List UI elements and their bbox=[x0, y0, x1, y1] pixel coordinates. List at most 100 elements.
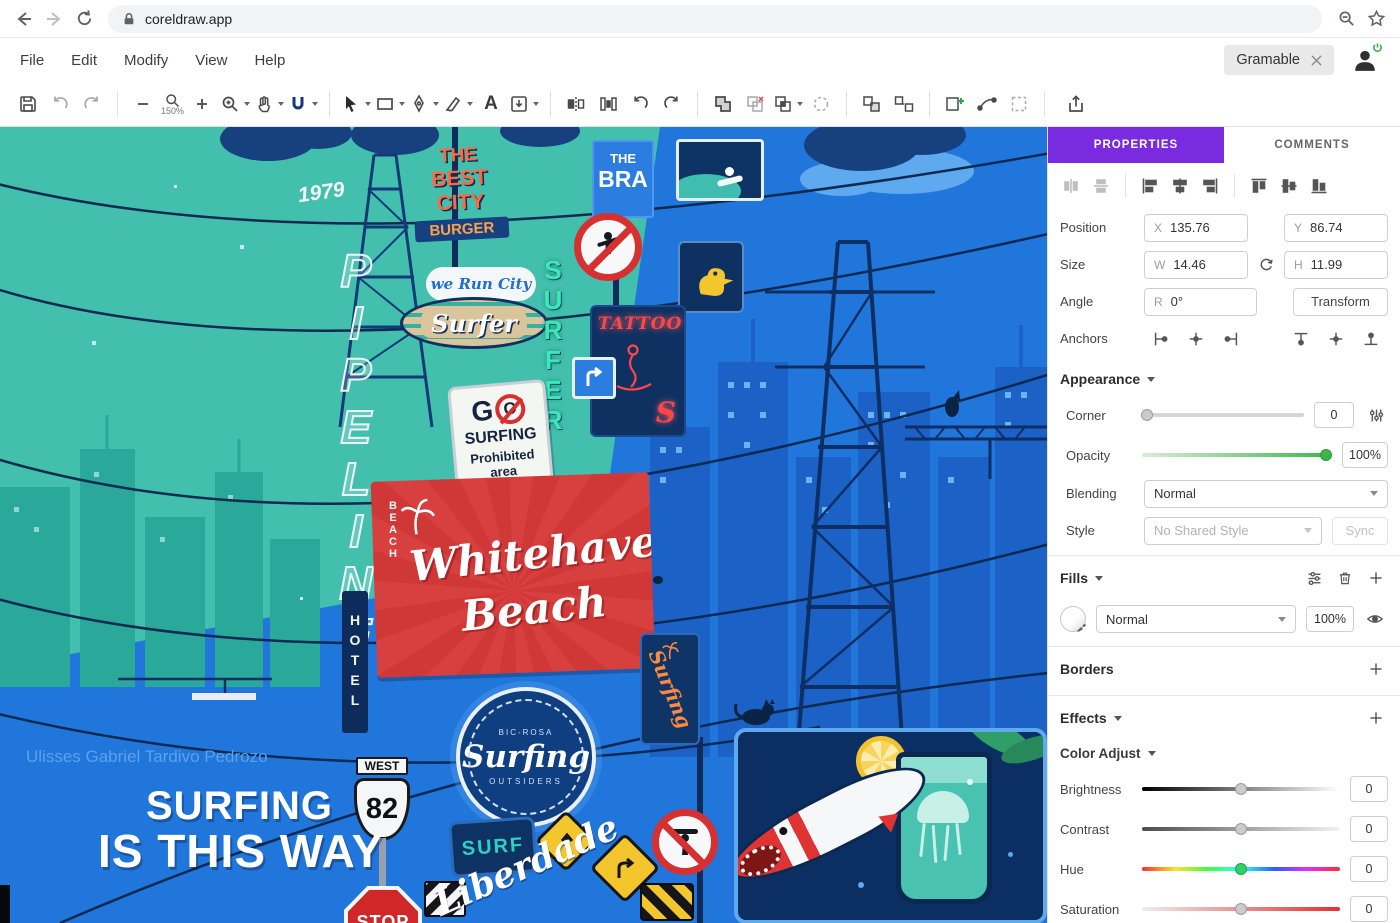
artwork-whitehaven-billboard[interactable]: Whitehaven Beach bbox=[371, 472, 656, 678]
boundary-icon[interactable] bbox=[807, 88, 835, 120]
zoom-tool-icon[interactable] bbox=[220, 88, 250, 120]
distribute-vertical-icon[interactable] bbox=[1086, 171, 1116, 201]
close-icon[interactable] bbox=[1311, 55, 1322, 66]
artwork-run-city-sign[interactable]: we Run City bbox=[426, 267, 536, 301]
add-border-icon[interactable] bbox=[1364, 657, 1388, 681]
artwork-surfing-banner[interactable]: Surfing bbox=[640, 633, 700, 745]
distribute-objects-icon[interactable] bbox=[594, 88, 622, 120]
fill-color-swatch[interactable] bbox=[1060, 606, 1086, 632]
add-symbol-icon[interactable] bbox=[941, 88, 969, 120]
pan-hand-tool-icon[interactable] bbox=[254, 88, 284, 120]
saturation-slider-knob[interactable] bbox=[1235, 903, 1247, 915]
align-bottom-icon[interactable] bbox=[1304, 171, 1334, 201]
align-center-horizontal-icon[interactable] bbox=[1165, 171, 1195, 201]
hue-value-box[interactable]: 0 bbox=[1350, 856, 1388, 882]
user-avatar[interactable] bbox=[1350, 45, 1380, 75]
zoom-tool-caret[interactable] bbox=[244, 102, 250, 106]
intersect-shapes-caret[interactable] bbox=[797, 102, 803, 106]
page-zoom-icon[interactable] bbox=[1332, 5, 1360, 33]
artwork-hotel-sign[interactable]: HOTEL bbox=[342, 591, 368, 733]
pen-tool-icon[interactable] bbox=[409, 88, 439, 120]
intersect-shapes-icon[interactable] bbox=[773, 88, 803, 120]
text-tool-icon[interactable]: A bbox=[477, 88, 505, 120]
align-left-icon[interactable] bbox=[1135, 171, 1165, 201]
saturation-value-box[interactable]: 0 bbox=[1350, 896, 1388, 922]
opacity-slider-knob[interactable] bbox=[1320, 449, 1332, 461]
delete-fill-icon[interactable] bbox=[1333, 566, 1357, 590]
snap-magnet-caret[interactable] bbox=[312, 102, 318, 106]
fills-section-header[interactable]: Fills bbox=[1048, 556, 1400, 598]
menu-modify[interactable]: Modify bbox=[124, 52, 168, 69]
effects-section-header[interactable]: Effects bbox=[1048, 696, 1400, 738]
distribute-horizontal-icon[interactable] bbox=[1056, 171, 1086, 201]
angle-r-field[interactable]: R 0° bbox=[1144, 288, 1257, 316]
rectangle-tool-icon[interactable] bbox=[375, 88, 405, 120]
export-icon[interactable] bbox=[1062, 88, 1090, 120]
lock-aspect-ratio-icon[interactable] bbox=[1254, 253, 1278, 277]
marquee-select-icon[interactable] bbox=[1005, 88, 1033, 120]
flip-horizontal-icon[interactable] bbox=[562, 88, 590, 120]
position-x-field[interactable]: X 135.76 bbox=[1144, 214, 1248, 242]
pan-hand-tool-caret[interactable] bbox=[278, 102, 284, 106]
artwork-caution-cluster[interactable]: SURF Liberdade bbox=[424, 815, 692, 923]
contrast-value-box[interactable]: 0 bbox=[1350, 816, 1388, 842]
snap-magnet-icon[interactable] bbox=[288, 88, 318, 120]
pick-tool-caret[interactable] bbox=[365, 102, 371, 106]
corner-slider[interactable] bbox=[1142, 413, 1304, 417]
artwork-surfing-badge[interactable]: BIC-ROSA Surfing OUTSIDERS bbox=[456, 687, 596, 827]
artwork-pelican-sign[interactable] bbox=[678, 241, 744, 313]
ungroup-objects-icon[interactable] bbox=[890, 88, 918, 120]
corner-slider-knob[interactable] bbox=[1141, 409, 1153, 421]
browser-reload-icon[interactable] bbox=[70, 5, 98, 33]
contrast-slider-knob[interactable] bbox=[1235, 823, 1247, 835]
zoom-level-indicator[interactable]: 150% bbox=[161, 92, 184, 116]
anchor-left-icon[interactable] bbox=[1148, 326, 1174, 352]
tab-properties[interactable]: PROPERTIES bbox=[1048, 127, 1224, 163]
tab-comments[interactable]: COMMENTS bbox=[1224, 127, 1400, 163]
link-nodes-icon[interactable] bbox=[973, 88, 1001, 120]
corner-value-box[interactable]: 0 bbox=[1314, 402, 1354, 428]
corner-options-icon[interactable] bbox=[1364, 403, 1388, 427]
pick-tool-icon[interactable] bbox=[341, 88, 371, 120]
anchor-center-horizontal-icon[interactable] bbox=[1183, 326, 1209, 352]
fill-visibility-eye-icon[interactable] bbox=[1362, 606, 1388, 632]
zoom-decrease-icon[interactable] bbox=[129, 88, 157, 120]
appearance-section-header[interactable]: Appearance bbox=[1048, 357, 1400, 395]
browser-forward-icon[interactable] bbox=[40, 5, 68, 33]
artwork-no-surfing-sign[interactable] bbox=[574, 213, 642, 281]
artwork-burger-sign[interactable]: THE BEST CITY BURGER bbox=[411, 143, 510, 243]
fill-blend-select[interactable]: Normal bbox=[1096, 605, 1296, 633]
artist-credit-text[interactable]: Ulisses Gabriel Tardivo Pedrozo bbox=[26, 747, 268, 767]
size-h-field[interactable]: H 11.99 bbox=[1284, 251, 1388, 279]
hue-slider-knob[interactable] bbox=[1235, 863, 1247, 875]
pen-tool-caret[interactable] bbox=[433, 102, 439, 106]
brightness-slider-knob[interactable] bbox=[1235, 783, 1247, 795]
redo-icon[interactable] bbox=[78, 88, 106, 120]
rotate-ccw-icon[interactable] bbox=[626, 88, 654, 120]
artwork-bra-sign[interactable]: THE BRA bbox=[592, 140, 654, 218]
artwork-arrow-sign[interactable] bbox=[572, 357, 616, 399]
blending-select[interactable]: Normal bbox=[1144, 480, 1388, 508]
anchor-right-icon[interactable] bbox=[1218, 326, 1244, 352]
anchor-top-icon[interactable] bbox=[1288, 326, 1314, 352]
trim-shapes-icon[interactable] bbox=[741, 88, 769, 120]
artwork-beach-vertical-text[interactable]: BEACH bbox=[386, 500, 399, 570]
artwork-board-scene[interactable] bbox=[734, 728, 1047, 923]
rotate-cw-icon[interactable] bbox=[658, 88, 686, 120]
drawing-canvas[interactable]: 1979 PIPELINE THE BEST CITY BURGER THE B… bbox=[0, 127, 1047, 923]
fill-opacity-box[interactable]: 100% bbox=[1306, 606, 1354, 632]
style-select[interactable]: No Shared Style bbox=[1144, 517, 1322, 545]
anchor-middle-vertical-icon[interactable] bbox=[1323, 326, 1349, 352]
undo-icon[interactable] bbox=[46, 88, 74, 120]
artwork-surfer-photo[interactable] bbox=[676, 139, 764, 201]
document-tab[interactable]: Gramable bbox=[1224, 45, 1334, 75]
place-image-caret[interactable] bbox=[533, 102, 539, 106]
align-top-icon[interactable] bbox=[1244, 171, 1274, 201]
artwork-surfer-oval-sign[interactable]: Surfer bbox=[400, 297, 548, 349]
url-bar[interactable]: coreldraw.app bbox=[108, 5, 1322, 33]
style-sync-button[interactable]: Sync bbox=[1332, 517, 1388, 545]
bookmark-star-icon[interactable] bbox=[1362, 5, 1390, 33]
brightness-slider[interactable] bbox=[1142, 787, 1340, 791]
saturation-slider[interactable] bbox=[1142, 907, 1340, 911]
zoom-increase-icon[interactable] bbox=[188, 88, 216, 120]
